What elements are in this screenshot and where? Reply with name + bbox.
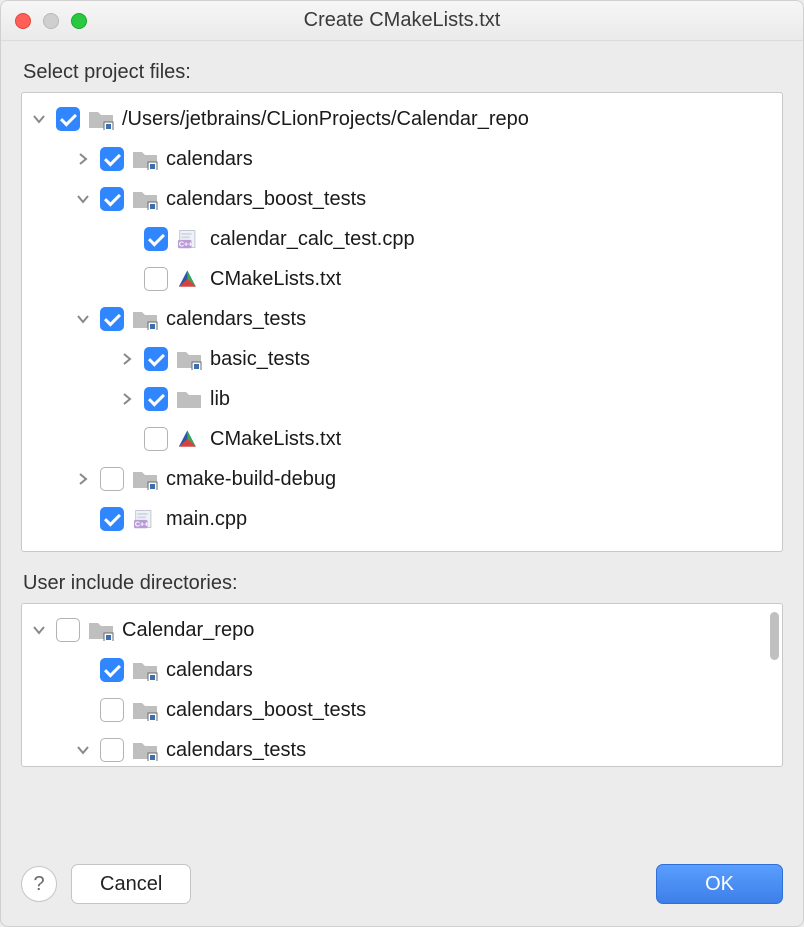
chevron-down-icon[interactable] (30, 621, 48, 639)
ok-button[interactable]: OK (656, 864, 783, 904)
tree-row[interactable]: /Users/jetbrains/CLionProjects/Calendar_… (30, 99, 774, 139)
zoom-icon[interactable] (71, 13, 87, 29)
checkbox[interactable] (100, 147, 124, 171)
ok-button-label: OK (705, 873, 734, 896)
folder-module-icon (132, 699, 158, 721)
checkbox[interactable] (100, 507, 124, 531)
tree-row[interactable]: calendars_tests (30, 299, 774, 339)
checkbox[interactable] (144, 427, 168, 451)
tree-item-label: cmake-build-debug (166, 468, 336, 491)
tree-item-label: /Users/jetbrains/CLionProjects/Calendar_… (122, 108, 529, 131)
tree-item-label: calendars_tests (166, 739, 306, 762)
folder-module-icon (176, 348, 202, 370)
tree-item-label: calendars_boost_tests (166, 188, 366, 211)
checkbox[interactable] (100, 307, 124, 331)
tree-row[interactable]: calendars_boost_tests (30, 179, 774, 219)
tree-row[interactable]: calendars_boost_tests (30, 690, 774, 730)
project-files-label: Select project files: (23, 61, 781, 84)
chevron-right-icon[interactable] (74, 470, 92, 488)
chevron-down-icon[interactable] (74, 310, 92, 328)
window-title: Create CMakeLists.txt (304, 9, 501, 32)
tree-item-label: calendars (166, 148, 253, 171)
folder-icon (176, 388, 202, 410)
folder-module-icon (132, 188, 158, 210)
folder-module-icon (132, 468, 158, 490)
tree-row[interactable]: Calendar_repo (30, 610, 774, 650)
folder-module-icon (132, 148, 158, 170)
tree-row[interactable]: CMakeLists.txt (30, 419, 774, 459)
tree-item-label: CMakeLists.txt (210, 268, 341, 291)
tree-row[interactable]: calendar_calc_test.cpp (30, 219, 774, 259)
tree-item-label: calendars_tests (166, 308, 306, 331)
folder-module-icon (132, 739, 158, 761)
tree-row[interactable]: CMakeLists.txt (30, 259, 774, 299)
checkbox[interactable] (144, 347, 168, 371)
include-dirs-label: User include directories: (23, 572, 781, 595)
cancel-button[interactable]: Cancel (71, 864, 191, 904)
tree-item-label: calendars_boost_tests (166, 699, 366, 722)
checkbox[interactable] (100, 698, 124, 722)
include-dirs-tree[interactable]: Calendar_repo calendars calendars_boost_te… (21, 603, 783, 767)
tree-item-label: calendars (166, 659, 253, 682)
cancel-button-label: Cancel (100, 873, 162, 896)
scrollbar-thumb[interactable] (770, 612, 779, 660)
tree-item-label: Calendar_repo (122, 619, 254, 642)
minimize-icon (43, 13, 59, 29)
titlebar: Create CMakeLists.txt (1, 1, 803, 41)
tree-item-label: main.cpp (166, 508, 247, 531)
tree-item-label: basic_tests (210, 348, 310, 371)
tree-row[interactable]: calendars_tests (30, 730, 774, 767)
folder-module-icon (132, 659, 158, 681)
chevron-right-icon[interactable] (118, 390, 136, 408)
cpp-icon (176, 228, 202, 250)
help-icon: ? (33, 873, 44, 896)
dialog-footer: ? Cancel OK (1, 856, 803, 926)
checkbox[interactable] (56, 618, 80, 642)
checkbox[interactable] (144, 227, 168, 251)
tree-row[interactable]: calendars (30, 650, 774, 690)
chevron-down-icon[interactable] (30, 110, 48, 128)
folder-module-icon (88, 108, 114, 130)
folder-module-icon (88, 619, 114, 641)
chevron-right-icon[interactable] (74, 150, 92, 168)
tree-item-label: calendar_calc_test.cpp (210, 228, 415, 251)
tree-row[interactable]: main.cpp (30, 499, 774, 539)
dialog-content: Select project files: /Users/jetbrains/C… (1, 41, 803, 856)
dialog-window: Create CMakeLists.txt Select project fil… (0, 0, 804, 927)
checkbox[interactable] (144, 387, 168, 411)
chevron-down-icon[interactable] (74, 190, 92, 208)
checkbox[interactable] (100, 187, 124, 211)
project-files-tree[interactable]: /Users/jetbrains/CLionProjects/Calendar_… (21, 92, 783, 552)
tree-row[interactable]: calendars (30, 139, 774, 179)
checkbox[interactable] (100, 658, 124, 682)
cpp-icon (132, 508, 158, 530)
tree-row[interactable]: basic_tests (30, 339, 774, 379)
window-controls (15, 13, 87, 29)
tree-row[interactable]: cmake-build-debug (30, 459, 774, 499)
checkbox[interactable] (144, 267, 168, 291)
chevron-right-icon[interactable] (118, 350, 136, 368)
chevron-down-icon[interactable] (74, 741, 92, 759)
tree-item-label: CMakeLists.txt (210, 428, 341, 451)
cmake-icon (176, 268, 202, 290)
folder-module-icon (132, 308, 158, 330)
help-button[interactable]: ? (21, 866, 57, 902)
checkbox[interactable] (100, 738, 124, 762)
checkbox[interactable] (56, 107, 80, 131)
checkbox[interactable] (100, 467, 124, 491)
tree-item-label: lib (210, 388, 230, 411)
cmake-icon (176, 428, 202, 450)
tree-row[interactable]: lib (30, 379, 774, 419)
close-icon[interactable] (15, 13, 31, 29)
